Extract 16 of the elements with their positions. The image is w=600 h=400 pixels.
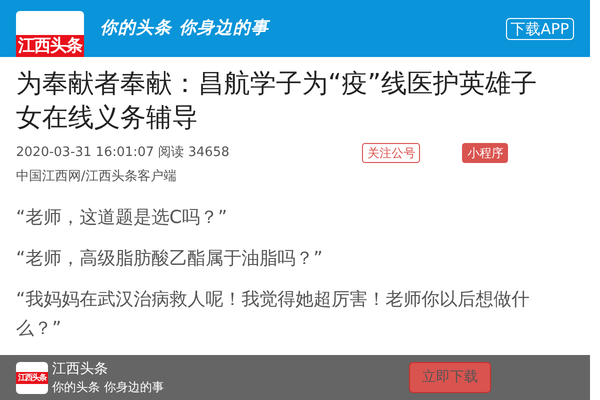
read-count: 34658 [188,144,230,162]
mini-program-button[interactable]: 小程序 [462,143,508,163]
read-label: 阅读 [158,144,184,162]
app-slogan: 你的头条 你身边的事 [52,378,164,396]
download-app-button[interactable]: 下载APP [506,18,574,40]
article-source: 中国江西网/江西头条客户端 [16,168,178,186]
article-paragraph: “我妈妈在武汉治病救人呢！我觉得她超厉害！老师你以后想做什么？” [16,288,530,340]
article-paragraph: “老师，这道题是选C吗？” [16,206,228,230]
slogan: 你的头条 你身边的事 [100,16,269,40]
article-paragraph: “老师，高级脂肪酸乙酯属于油脂吗？” [16,246,324,270]
app-logo: 江西头条 [16,11,84,57]
app-logo: 江西头条 [16,362,48,394]
app-name: 江西头条 [52,360,109,378]
publish-time: 2020-03-31 16:01:07 [16,144,154,162]
follow-button[interactable]: 关注公号 [362,143,420,163]
article-title: 为奉献者奉献：昌航学子为“疫”线医护英雄子女在线义务辅导 [16,68,538,135]
